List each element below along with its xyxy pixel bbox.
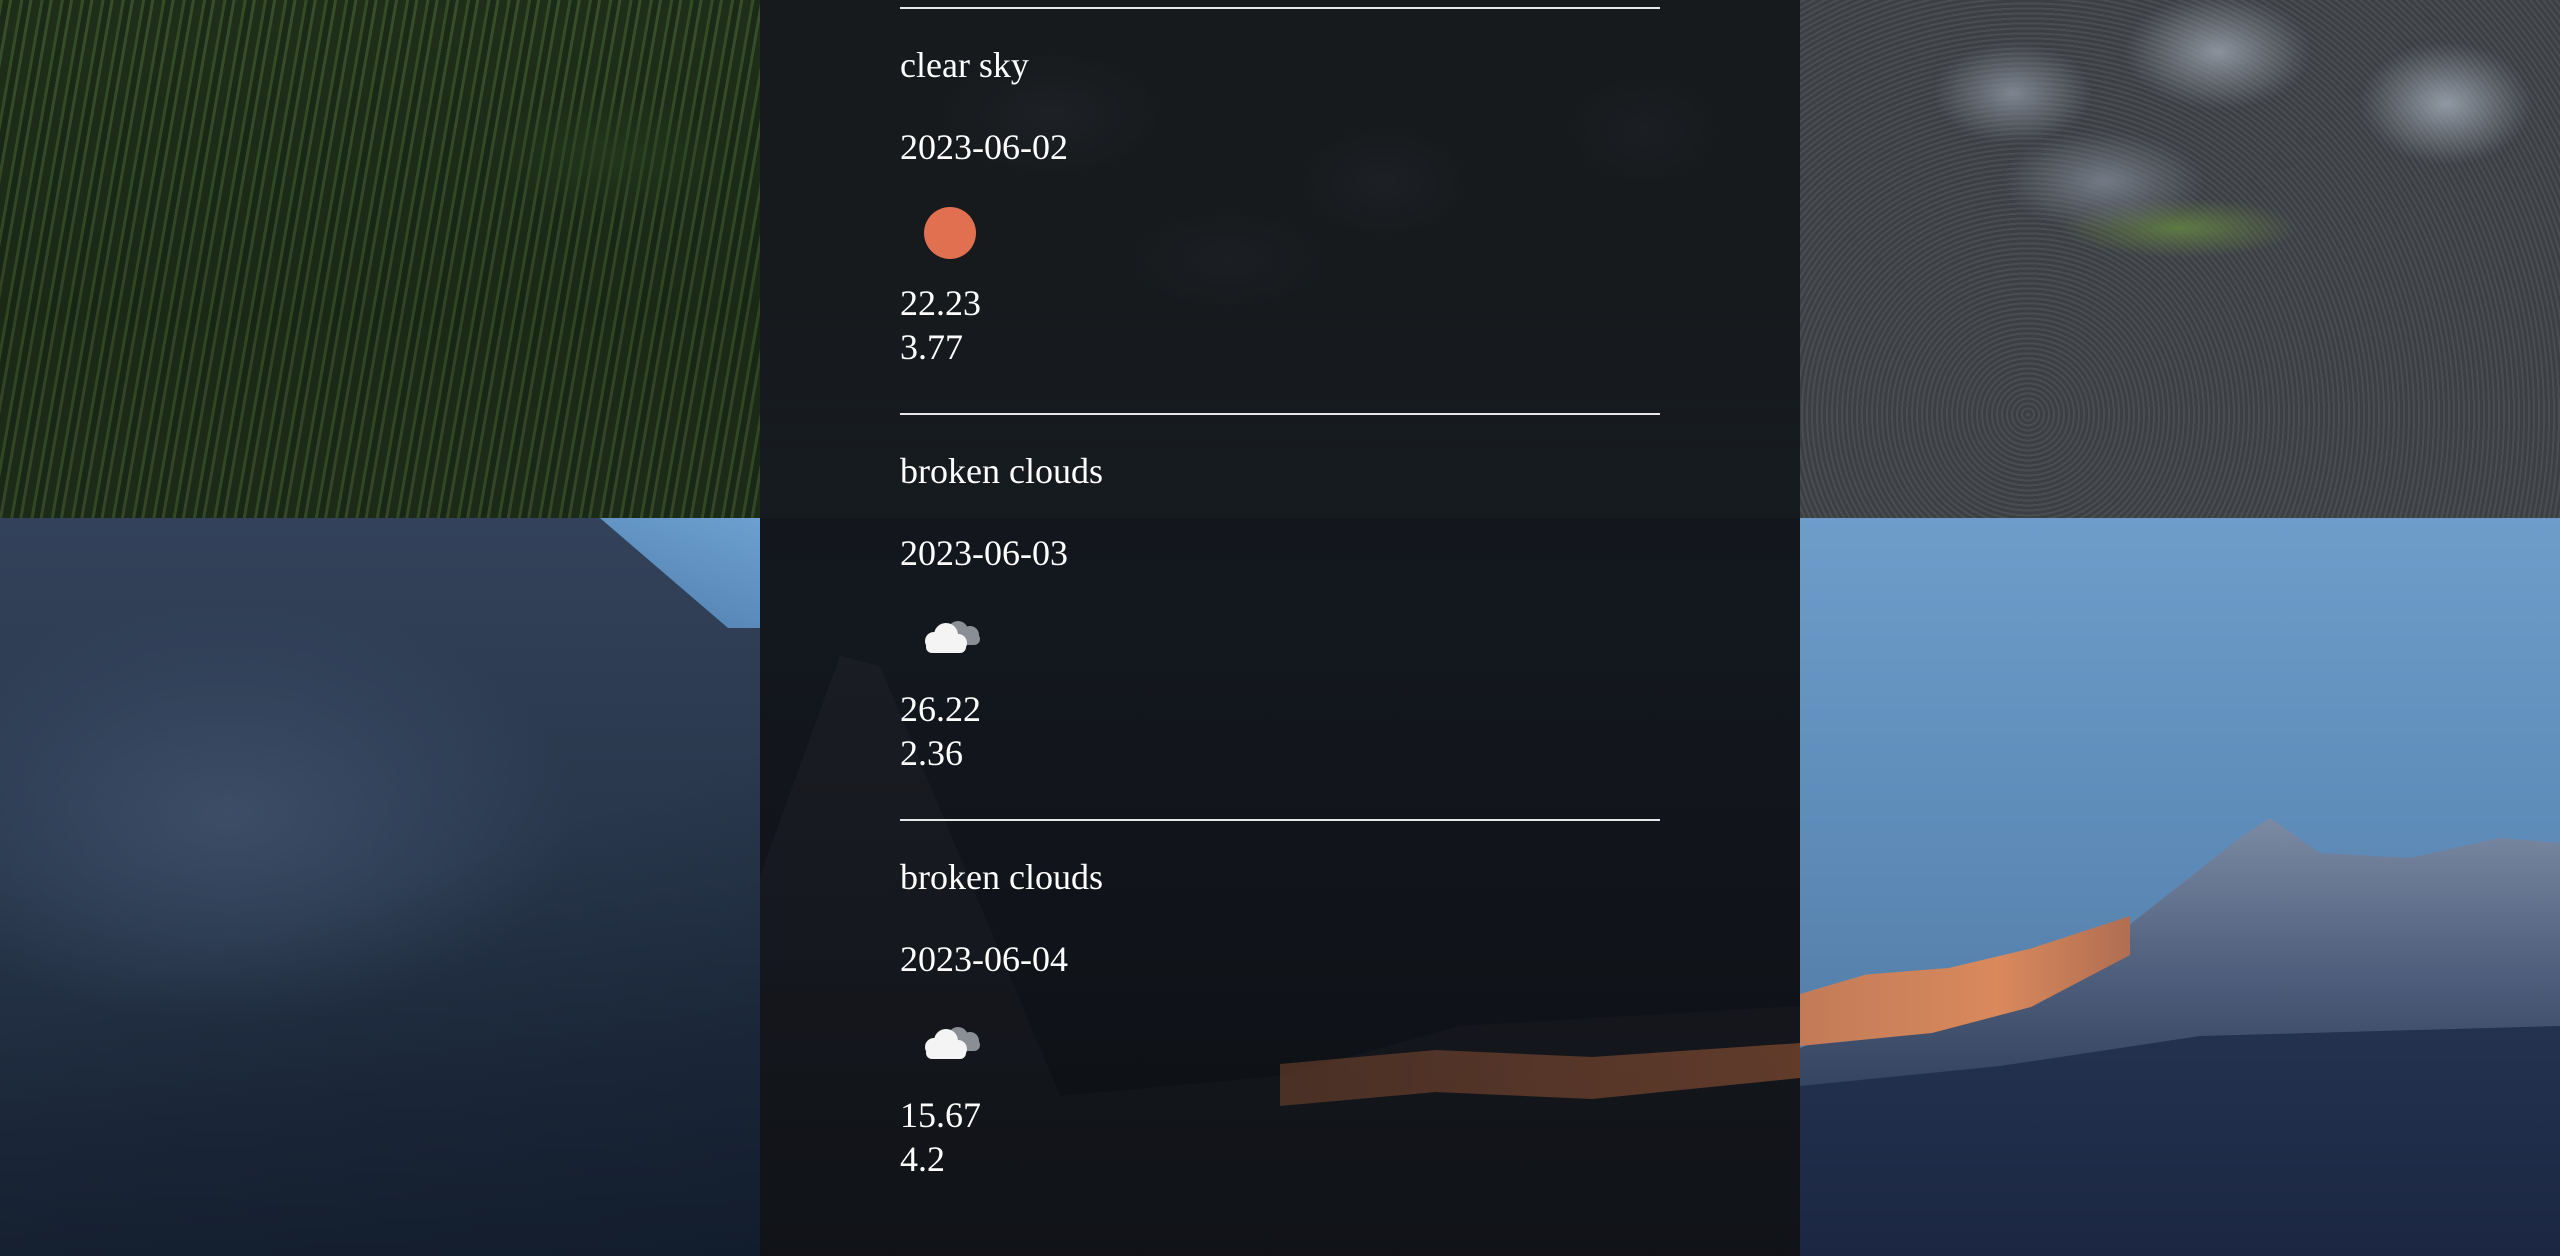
broken-clouds-icon bbox=[912, 601, 992, 681]
background-photo-mountain-right bbox=[1800, 518, 2560, 1256]
forecast-entry: broken clouds 2023-06-03 26.22 2.36 bbox=[900, 413, 1660, 819]
temperature-value: 15.67 bbox=[900, 1095, 981, 1135]
wind-speed-value: 3.77 bbox=[900, 327, 963, 367]
forecast-list: clear sky 2023-06-02 22.23 3.77 broken c… bbox=[900, 0, 1660, 1225]
weather-description: clear sky bbox=[900, 45, 1029, 85]
forecast-date: 2023-06-04 bbox=[900, 939, 1068, 979]
forecast-entry: broken clouds 2023-06-04 15.67 4.2 bbox=[900, 819, 1660, 1225]
temperature-value: 26.22 bbox=[900, 689, 981, 729]
sun-icon bbox=[912, 195, 992, 275]
forecast-date: 2023-06-02 bbox=[900, 127, 1068, 167]
wind-speed-value: 2.36 bbox=[900, 733, 963, 773]
forecast-entry: clear sky 2023-06-02 22.23 3.77 bbox=[900, 7, 1660, 413]
background-photo-grass-flowers bbox=[0, 0, 760, 518]
broken-clouds-icon bbox=[912, 1007, 992, 1087]
weather-description: broken clouds bbox=[900, 451, 1103, 491]
temperature-value: 22.23 bbox=[900, 283, 981, 323]
page-background: clear sky 2023-06-02 22.23 3.77 broken c… bbox=[0, 0, 2560, 1256]
wind-speed-value: 4.2 bbox=[900, 1139, 945, 1179]
background-photo-rocks bbox=[1800, 0, 2560, 518]
background-photo-mountain-left bbox=[0, 518, 760, 1256]
forecast-date: 2023-06-03 bbox=[900, 533, 1068, 573]
weather-description: broken clouds bbox=[900, 857, 1103, 897]
